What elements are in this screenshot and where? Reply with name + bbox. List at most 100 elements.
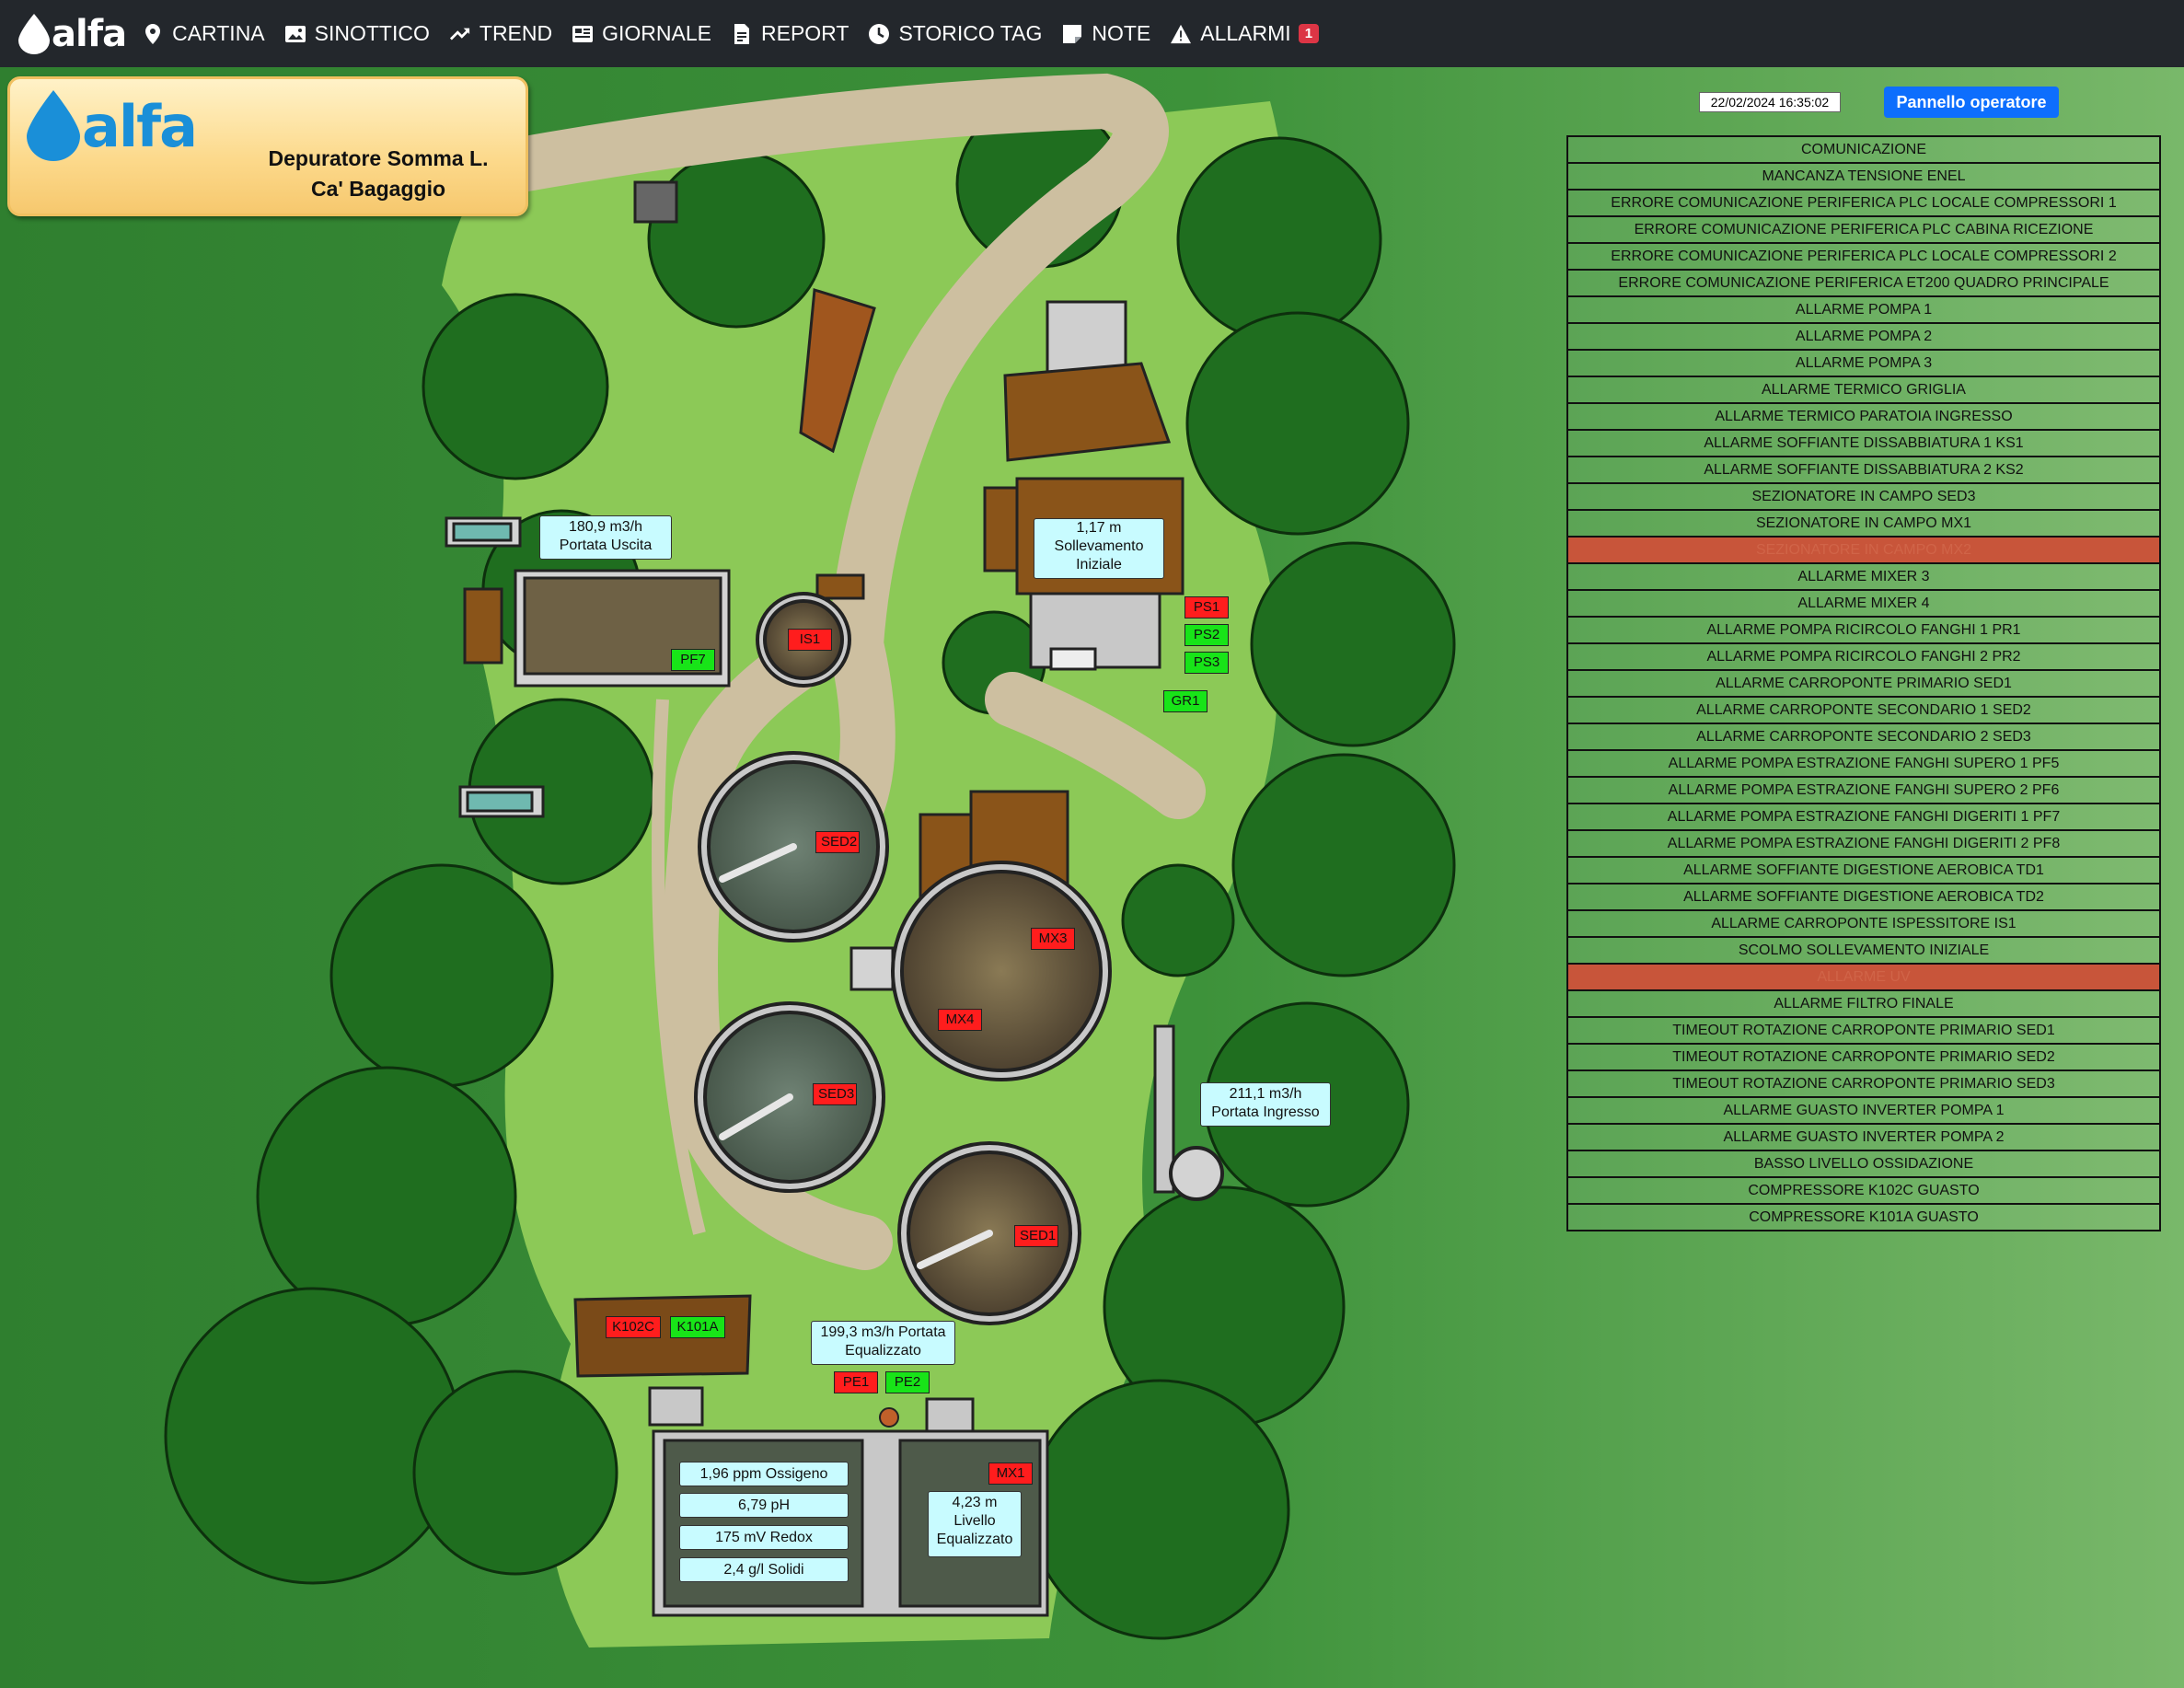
alarm-list: COMUNICAZIONE MANCANZA TENSIONE ENEL ERROR… — [1566, 135, 2161, 1231]
alarm-row[interactable]: ALLARME POMPA 2 — [1566, 322, 2161, 349]
sollevamento-readout[interactable]: 1,17 m Sollevamento Iniziale — [1034, 518, 1164, 579]
tag-sed2[interactable]: SED2 — [815, 831, 860, 853]
tag-k102c[interactable]: K102C — [606, 1316, 661, 1338]
tag-is1[interactable]: IS1 — [788, 629, 832, 651]
livello-equalizzato-label2: Equalizzato — [936, 1532, 1013, 1547]
alarm-row[interactable]: ALLARME POMPA 3 — [1566, 349, 2161, 376]
tag-k101a[interactable]: K101A — [670, 1316, 725, 1338]
top-navbar: alfa CARTINA SINOTTICO TREND GIORNALE RE… — [0, 0, 2184, 67]
alarm-row[interactable]: SEZIONATORE IN CAMPO SED3 — [1566, 482, 2161, 509]
alarm-row[interactable]: SEZIONATORE IN CAMPO MX2 — [1566, 536, 2161, 562]
alarm-row[interactable]: SEZIONATORE IN CAMPO MX1 — [1566, 509, 2161, 536]
portata-ingresso-label: Portata Ingresso — [1211, 1104, 1320, 1120]
alarm-row[interactable]: ALLARME CARROPONTE SECONDARIO 1 SED2 — [1566, 696, 2161, 723]
tag-mx1[interactable]: MX1 — [988, 1463, 1033, 1485]
solidi-readout[interactable]: 2,4 g/l Solidi — [679, 1557, 849, 1582]
alarm-row[interactable]: ALLARME UV — [1566, 963, 2161, 989]
plant-name: Depuratore Somma L. Ca' Bagaggio — [240, 144, 516, 204]
nav-allarmi[interactable]: ALLARMI 1 — [1171, 21, 1320, 46]
tag-ps2[interactable]: PS2 — [1184, 624, 1229, 646]
alarm-row[interactable]: SCOLMO SOLLEVAMENTO INIZIALE — [1566, 936, 2161, 963]
tag-ps1[interactable]: PS1 — [1184, 596, 1229, 619]
nav-note[interactable]: NOTE — [1062, 21, 1150, 46]
portata-equalizzato-readout[interactable]: 199,3 m3/h Portata Equalizzato — [811, 1321, 955, 1365]
brand-logo[interactable]: alfa — [18, 13, 127, 55]
alarm-row[interactable]: ALLARME FILTRO FINALE — [1566, 989, 2161, 1016]
alarm-count-badge: 1 — [1298, 24, 1320, 43]
livello-equalizzato-readout[interactable]: 4,23 m Livello Equalizzato — [928, 1491, 1022, 1557]
alarm-row[interactable]: ALLARME SOFFIANTE DISSABBIATURA 1 KS1 — [1566, 429, 2161, 456]
water-drop-icon — [18, 13, 50, 54]
tag-pf7[interactable]: PF7 — [671, 649, 715, 671]
nav-label: STORICO TAG — [898, 21, 1043, 45]
nav-giornale[interactable]: GIORNALE — [572, 21, 711, 46]
alarm-row[interactable]: ALLARME CARROPONTE PRIMARIO SED1 — [1566, 669, 2161, 696]
alarm-row[interactable]: ERRORE COMUNICAZIONE PERIFERICA PLC LOCA… — [1566, 189, 2161, 215]
alarm-row[interactable]: ALLARME POMPA 1 — [1566, 295, 2161, 322]
warning-icon — [1171, 24, 1192, 44]
nav-label: CARTINA — [172, 21, 265, 45]
tag-ps3[interactable]: PS3 — [1184, 652, 1229, 674]
alarm-row[interactable]: ERRORE COMUNICAZIONE PERIFERICA ET200 QU… — [1566, 269, 2161, 295]
plant-name-line1: Depuratore Somma L. — [268, 146, 489, 170]
alarm-row[interactable]: ALLARME MIXER 4 — [1566, 589, 2161, 616]
nav-storico-tag[interactable]: STORICO TAG — [869, 21, 1042, 46]
alarm-row[interactable]: ALLARME SOFFIANTE DIGESTIONE AEROBICA TD… — [1566, 856, 2161, 883]
alarm-row[interactable]: ALLARME POMPA RICIRCOLO FANGHI 2 PR2 — [1566, 642, 2161, 669]
alarm-row[interactable]: ALLARME POMPA ESTRAZIONE FANGHI DIGERITI… — [1566, 803, 2161, 829]
operator-panel-button[interactable]: Pannello operatore — [1884, 87, 2059, 118]
alarm-row[interactable]: ALLARME GUASTO INVERTER POMPA 2 — [1566, 1123, 2161, 1150]
alarm-row[interactable]: ALLARME CARROPONTE SECONDARIO 2 SED3 — [1566, 723, 2161, 749]
alarm-row[interactable]: MANCANZA TENSIONE ENEL — [1566, 162, 2161, 189]
tag-mx3[interactable]: MX3 — [1031, 928, 1075, 950]
tag-mx4[interactable]: MX4 — [938, 1009, 982, 1031]
map-pin-icon — [143, 23, 163, 44]
portata-equalizzato-line1: 199,3 m3/h Portata — [820, 1324, 946, 1340]
livello-equalizzato-value: 4,23 m — [952, 1495, 998, 1510]
alfa-wordmark: alfa — [82, 92, 198, 160]
alarm-row[interactable]: ALLARME CARROPONTE ISPESSITORE IS1 — [1566, 909, 2161, 936]
alarm-row[interactable]: TIMEOUT ROTAZIONE CARROPONTE PRIMARIO SE… — [1566, 1043, 2161, 1069]
tag-pe2[interactable]: PE2 — [885, 1371, 930, 1393]
alarm-row[interactable]: ALLARME SOFFIANTE DISSABBIATURA 2 KS2 — [1566, 456, 2161, 482]
nav-cartina[interactable]: CARTINA — [143, 21, 265, 46]
portata-uscita-readout[interactable]: 180,9 m3/h Portata Uscita — [539, 515, 672, 560]
alarm-row[interactable]: ALLARME GUASTO INVERTER POMPA 1 — [1566, 1096, 2161, 1123]
plant-name-line2: Ca' Bagaggio — [310, 177, 446, 201]
alarm-row[interactable]: TIMEOUT ROTAZIONE CARROPONTE PRIMARIO SE… — [1566, 1069, 2161, 1096]
alarm-row[interactable]: COMUNICAZIONE — [1566, 135, 2161, 162]
portata-uscita-label: Portata Uscita — [559, 538, 653, 553]
alarm-row[interactable]: ALLARME TERMICO PARATOIA INGRESSO — [1566, 402, 2161, 429]
alarm-row[interactable]: ALLARME MIXER 3 — [1566, 562, 2161, 589]
alarm-row[interactable]: COMPRESSORE K101A GUASTO — [1566, 1203, 2161, 1231]
alarm-row[interactable]: ALLARME POMPA ESTRAZIONE FANGHI SUPERO 1… — [1566, 749, 2161, 776]
redox-readout[interactable]: 175 mV Redox — [679, 1525, 849, 1550]
alarm-row[interactable]: TIMEOUT ROTAZIONE CARROPONTE PRIMARIO SE… — [1566, 1016, 2161, 1043]
portata-ingresso-readout[interactable]: 211,1 m3/h Portata Ingresso — [1200, 1082, 1331, 1127]
alarm-row[interactable]: COMPRESSORE K102C GUASTO — [1566, 1176, 2161, 1203]
note-icon — [1062, 24, 1082, 44]
alarm-row[interactable]: ALLARME POMPA ESTRAZIONE FANGHI SUPERO 2… — [1566, 776, 2161, 803]
nav-report[interactable]: REPORT — [732, 21, 849, 46]
alarm-row[interactable]: ALLARME POMPA RICIRCOLO FANGHI 1 PR1 — [1566, 616, 2161, 642]
trend-icon — [449, 24, 470, 44]
ossigeno-readout[interactable]: 1,96 ppm Ossigeno — [679, 1462, 849, 1486]
alarm-row[interactable]: ERRORE COMUNICAZIONE PERIFERICA PLC LOCA… — [1566, 242, 2161, 269]
alarm-row[interactable]: BASSO LIVELLO OSSIDAZIONE — [1566, 1150, 2161, 1176]
nav-trend[interactable]: TREND — [449, 21, 552, 46]
tag-pe1[interactable]: PE1 — [834, 1371, 878, 1393]
newspaper-icon — [572, 24, 594, 44]
ph-readout[interactable]: 6,79 pH — [679, 1493, 849, 1518]
tag-sed3[interactable]: SED3 — [813, 1083, 857, 1105]
alarm-row[interactable]: ALLARME POMPA ESTRAZIONE FANGHI DIGERITI… — [1566, 829, 2161, 856]
tag-sed1[interactable]: SED1 — [1014, 1225, 1058, 1247]
alarm-row[interactable]: ALLARME SOFFIANTE DIGESTIONE AEROBICA TD… — [1566, 883, 2161, 909]
portata-equalizzato-line2: Equalizzato — [845, 1343, 921, 1358]
alarm-row[interactable]: ALLARME TERMICO GRIGLIA — [1566, 376, 2161, 402]
nav-label: SINOTTICO — [314, 21, 430, 45]
nav-sinottico[interactable]: SINOTTICO — [284, 21, 430, 46]
nav-label: NOTE — [1092, 21, 1151, 45]
alarm-row[interactable]: ERRORE COMUNICAZIONE PERIFERICA PLC CABI… — [1566, 215, 2161, 242]
tag-gr1[interactable]: GR1 — [1163, 690, 1208, 712]
timestamp: 22/02/2024 16:35:02 — [1699, 92, 1841, 112]
